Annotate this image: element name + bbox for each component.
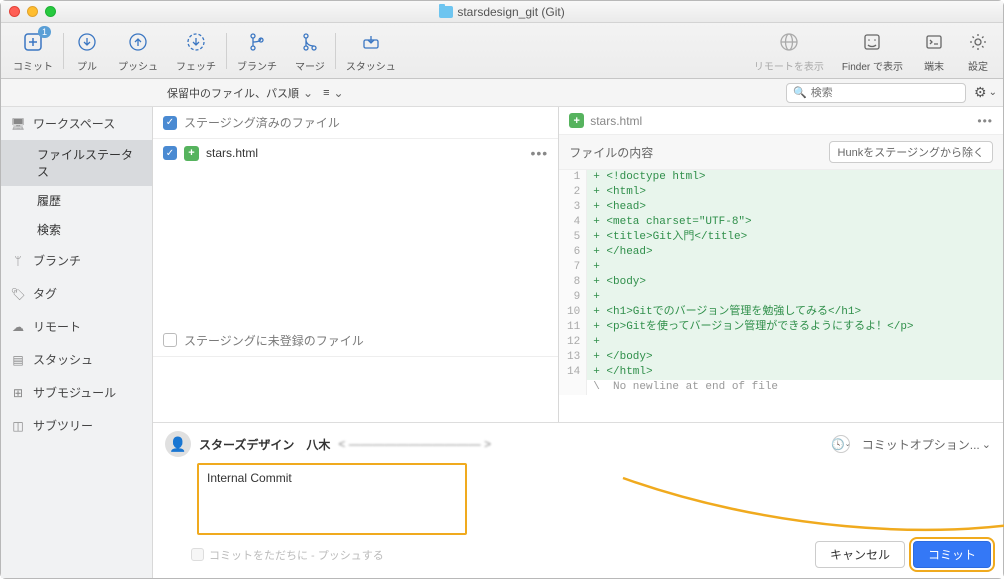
- finder-icon: [859, 29, 885, 55]
- diff-line[interactable]: 7+: [559, 260, 1003, 275]
- file-more-icon[interactable]: •••: [530, 145, 548, 161]
- diff-toolbar: ファイルの内容 Hunkをステージングから除く: [559, 135, 1003, 170]
- commit-icon: 1: [20, 29, 46, 55]
- terminal-icon: [921, 29, 947, 55]
- globe-icon: [776, 29, 802, 55]
- unstaged-check-all[interactable]: [163, 333, 177, 347]
- diff-line[interactable]: 6+ </head>: [559, 245, 1003, 260]
- sidebar-branches[interactable]: ᛘ ブランチ: [1, 244, 152, 277]
- toolbar: 1 コミット プル プッシュ フェッチ: [1, 23, 1003, 79]
- stash-button[interactable]: スタッシュ: [346, 29, 396, 73]
- diff-line[interactable]: 14+ </html>: [559, 365, 1003, 380]
- diff-line[interactable]: 11+ <p>Gitを使ってバージョン管理ができるようにするよ！</p>: [559, 320, 1003, 335]
- finder-button[interactable]: Finder で表示: [842, 29, 903, 73]
- push-button[interactable]: プッシュ: [118, 29, 158, 73]
- diff-line[interactable]: 5+ <title>Git入門</title>: [559, 230, 1003, 245]
- staged-header: ステージング済みのファイル: [153, 107, 558, 139]
- pull-button[interactable]: プル: [74, 29, 100, 73]
- commit-author-row: 👤 スターズデザイン 八木 < ——————————— > 🕓⌄ コミットオプシ…: [165, 431, 991, 457]
- gear-icon: [965, 29, 991, 55]
- checkbox-icon: [191, 548, 204, 561]
- sidebar-workspace[interactable]: 🖥 ワークスペース: [1, 107, 152, 140]
- commit-button[interactable]: 1 コミット: [13, 29, 53, 73]
- diff-line[interactable]: 13+ </body>: [559, 350, 1003, 365]
- diff-line[interactable]: 10+ <h1>Gitでのバージョン管理を勉強してみる</h1>: [559, 305, 1003, 320]
- diff-header: + stars.html •••: [559, 107, 1003, 135]
- commit-badge: 1: [38, 26, 51, 38]
- push-immediately-checkbox[interactable]: コミットをただちに - プッシュする: [191, 547, 384, 563]
- staged-check-all[interactable]: [163, 116, 177, 130]
- window-title: starsdesign_git (Git): [1, 5, 1003, 19]
- diff-line[interactable]: 4+ <meta charset="UTF-8">: [559, 215, 1003, 230]
- cancel-button[interactable]: キャンセル: [815, 541, 905, 568]
- commit-author-name: スターズデザイン 八木: [199, 436, 330, 453]
- fetch-icon: [183, 29, 209, 55]
- folder-icon: [439, 6, 453, 18]
- annotation-arrow: [613, 468, 1004, 548]
- diff-line[interactable]: 2+ <html>: [559, 185, 1003, 200]
- diff-line[interactable]: 12+: [559, 335, 1003, 350]
- cloud-icon: ☁: [11, 320, 25, 334]
- sidebar-history[interactable]: 履歴: [1, 186, 152, 215]
- terminal-button[interactable]: 端末: [921, 29, 947, 73]
- diff-line[interactable]: 9+: [559, 290, 1003, 305]
- monitor-icon: 🖥: [11, 117, 25, 131]
- diff-line[interactable]: \ No newline at end of file: [559, 380, 1003, 395]
- subtree-icon: ◫: [11, 419, 25, 433]
- remote-show-button[interactable]: リモートを表示: [754, 29, 824, 73]
- window-title-text: starsdesign_git (Git): [457, 5, 564, 19]
- diff-line[interactable]: 3+ <head>: [559, 200, 1003, 215]
- commit-message-input[interactable]: Internal Commit: [197, 463, 467, 535]
- avatar: 👤: [165, 431, 191, 457]
- sidebar-file-status[interactable]: ファイルステータス: [1, 140, 152, 186]
- submodule-icon: ⊞: [11, 386, 25, 400]
- commit-label: コミット: [13, 58, 53, 73]
- sidebar-search[interactable]: 検索: [1, 215, 152, 244]
- diff-line[interactable]: 1+ <!doctype html>: [559, 170, 1003, 185]
- file-name: stars.html: [206, 146, 258, 160]
- search-box[interactable]: 🔍: [786, 83, 966, 103]
- file-status-added-icon: +: [184, 146, 199, 161]
- titlebar: starsdesign_git (Git): [1, 1, 1003, 23]
- branch-icon: [244, 29, 270, 55]
- filterbar: 保留中のファイル、パス順 ≡ 🔍 ⚙: [1, 79, 1003, 107]
- file-checkbox[interactable]: [163, 146, 177, 160]
- sidebar-remotes[interactable]: ☁ リモート: [1, 310, 152, 343]
- pull-icon: [74, 29, 100, 55]
- options-gear[interactable]: ⚙: [974, 84, 997, 101]
- tag-icon: 🏷: [11, 287, 25, 301]
- stash-icon: [358, 29, 384, 55]
- commit-panel: 👤 スターズデザイン 八木 < ——————————— > 🕓⌄ コミットオプシ…: [153, 422, 1003, 578]
- stash-list-icon: ▤: [11, 353, 25, 367]
- push-icon: [125, 29, 151, 55]
- unstaged-header: ステージングに未登録のファイル: [153, 325, 558, 357]
- diff-status-added-icon: +: [569, 113, 584, 128]
- search-input[interactable]: [811, 87, 959, 99]
- merge-button[interactable]: マージ: [295, 29, 325, 73]
- settings-button[interactable]: 設定: [965, 29, 991, 73]
- diff-line[interactable]: 8+ <body>: [559, 275, 1003, 290]
- diff-more-icon[interactable]: •••: [977, 114, 993, 128]
- recent-messages-button[interactable]: 🕓⌄: [832, 435, 850, 453]
- diff-filename: stars.html: [590, 114, 642, 128]
- commit-options-dropdown[interactable]: コミットオプション...: [862, 436, 991, 453]
- branch-button[interactable]: ブランチ: [237, 29, 277, 73]
- branch-icon: ᛘ: [11, 254, 25, 268]
- sidebar-submodules[interactable]: ⊞ サブモジュール: [1, 376, 152, 409]
- fetch-button[interactable]: フェッチ: [176, 29, 216, 73]
- sort-dropdown[interactable]: 保留中のファイル、パス順: [167, 85, 313, 101]
- view-dropdown[interactable]: ≡: [323, 86, 343, 100]
- sidebar-tags[interactable]: 🏷 タグ: [1, 277, 152, 310]
- commit-submit-button[interactable]: コミット: [913, 541, 991, 568]
- commit-author-email: < ——————————— >: [338, 437, 491, 451]
- staged-file-row[interactable]: + stars.html •••: [153, 139, 558, 167]
- merge-icon: [297, 29, 323, 55]
- unstage-hunk-button[interactable]: Hunkをステージングから除く: [829, 141, 993, 163]
- search-icon: 🔍: [793, 86, 807, 99]
- sidebar-stashes[interactable]: ▤ スタッシュ: [1, 343, 152, 376]
- sidebar-subtrees[interactable]: ◫ サブツリー: [1, 409, 152, 442]
- sidebar: 🖥 ワークスペース ファイルステータス 履歴 検索 ᛘ ブランチ 🏷 タグ ☁ …: [1, 107, 153, 578]
